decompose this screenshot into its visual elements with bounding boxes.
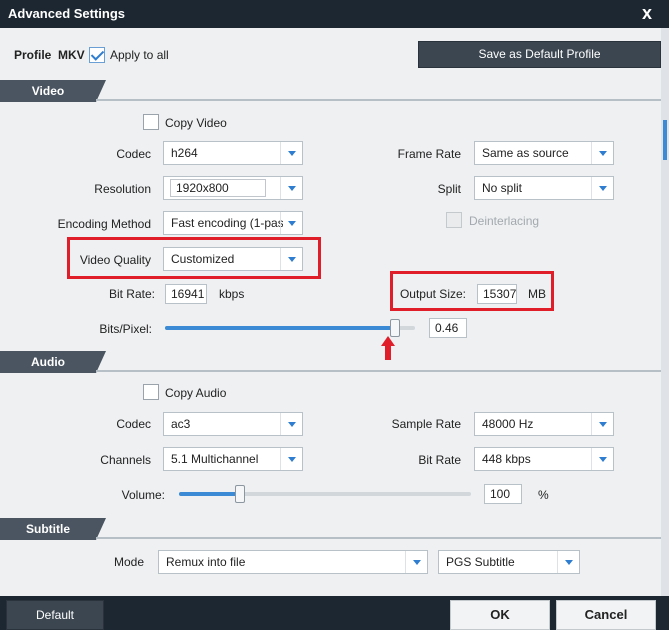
audio-section-tab: Audio bbox=[0, 351, 106, 373]
chevron-down-icon bbox=[280, 212, 302, 234]
apply-to-all-label: Apply to all bbox=[110, 48, 169, 62]
bits-per-pixel-fill bbox=[165, 326, 395, 330]
default-button[interactable]: Default bbox=[6, 600, 104, 630]
audio-section-divider bbox=[96, 370, 661, 372]
save-default-profile-button[interactable]: Save as Default Profile bbox=[418, 41, 661, 68]
encoding-method-value: Fast encoding (1-pas bbox=[171, 216, 283, 230]
audio-codec-label: Codec bbox=[116, 417, 151, 431]
split-value: No split bbox=[482, 181, 523, 195]
volume-input[interactable]: 100 bbox=[484, 484, 522, 504]
chevron-down-icon bbox=[405, 551, 427, 573]
apply-to-all-checkbox[interactable] bbox=[89, 47, 105, 63]
annotation-arrow-stem bbox=[385, 346, 391, 360]
chevron-down-icon bbox=[280, 142, 302, 164]
subtitle-section-tab: Subtitle bbox=[0, 518, 106, 540]
copy-audio-label: Copy Audio bbox=[165, 386, 227, 400]
volume-slider[interactable] bbox=[179, 484, 471, 504]
frame-rate-dropdown[interactable]: Same as source bbox=[474, 141, 614, 165]
encoding-method-dropdown[interactable]: Fast encoding (1-pas bbox=[163, 211, 303, 235]
bits-per-pixel-slider[interactable] bbox=[165, 318, 415, 338]
audio-codec-dropdown[interactable]: ac3 bbox=[163, 412, 303, 436]
channels-label: Channels bbox=[100, 453, 151, 467]
resolution-label: Resolution bbox=[94, 182, 151, 196]
chevron-down-icon bbox=[280, 248, 302, 270]
video-section-tab: Video bbox=[0, 80, 106, 102]
subtitle-format-value: PGS Subtitle bbox=[446, 555, 515, 569]
video-quality-dropdown[interactable]: Customized bbox=[163, 247, 303, 271]
video-quality-value: Customized bbox=[171, 252, 235, 266]
scrollbar-thumb[interactable] bbox=[663, 120, 667, 160]
ok-button[interactable]: OK bbox=[450, 600, 550, 630]
video-codec-label: Codec bbox=[116, 147, 151, 161]
bits-per-pixel-label: Bits/Pixel: bbox=[99, 322, 152, 336]
video-codec-dropdown[interactable]: h264 bbox=[163, 141, 303, 165]
split-label: Split bbox=[437, 182, 461, 196]
output-size-unit: MB bbox=[528, 287, 546, 301]
split-dropdown[interactable]: No split bbox=[474, 176, 614, 200]
subtitle-section-label: Subtitle bbox=[26, 522, 70, 536]
chevron-down-icon bbox=[591, 413, 613, 435]
deinterlacing-checkbox[interactable] bbox=[446, 212, 462, 228]
audio-codec-value: ac3 bbox=[171, 417, 191, 431]
resolution-dropdown[interactable]: 1920x800 bbox=[163, 176, 303, 200]
output-size-label: Output Size: bbox=[399, 287, 466, 301]
bits-per-pixel-input[interactable]: 0.46 bbox=[429, 318, 467, 338]
video-section-label: Video bbox=[31, 84, 65, 98]
video-section-divider bbox=[96, 99, 661, 101]
video-codec-value: h264 bbox=[171, 146, 198, 160]
chevron-down-icon bbox=[280, 413, 302, 435]
audio-bitrate-dropdown[interactable]: 448 kbps bbox=[474, 447, 614, 471]
channels-value: 5.1 Multichannel bbox=[171, 452, 259, 466]
scrollbar-track[interactable] bbox=[661, 28, 669, 596]
subtitle-mode-dropdown[interactable]: Remux into file bbox=[158, 550, 428, 574]
copy-video-label: Copy Video bbox=[165, 116, 227, 130]
chevron-down-icon bbox=[591, 448, 613, 470]
sample-rate-value: 48000 Hz bbox=[482, 417, 534, 431]
channels-dropdown[interactable]: 5.1 Multichannel bbox=[163, 447, 303, 471]
subtitle-mode-value: Remux into file bbox=[166, 555, 246, 569]
volume-unit: % bbox=[538, 488, 549, 502]
video-quality-label: Video Quality bbox=[79, 253, 151, 267]
encoding-method-label: Encoding Method bbox=[57, 217, 151, 231]
subtitle-section-divider bbox=[96, 537, 661, 539]
frame-rate-value: Same as source bbox=[482, 146, 569, 160]
resolution-value: 1920x800 bbox=[176, 181, 229, 195]
chevron-down-icon bbox=[557, 551, 579, 573]
video-bitrate-input[interactable]: 16941 bbox=[165, 284, 207, 304]
audio-bitrate-value: 448 kbps bbox=[482, 452, 531, 466]
video-bitrate-unit: kbps bbox=[219, 287, 245, 301]
chevron-down-icon bbox=[591, 142, 613, 164]
volume-thumb[interactable] bbox=[235, 485, 245, 503]
video-bitrate-label: Bit Rate: bbox=[108, 287, 155, 301]
profile-label: Profile bbox=[14, 48, 52, 62]
chevron-down-icon bbox=[280, 448, 302, 470]
audio-section-label: Audio bbox=[31, 355, 65, 369]
frame-rate-label: Frame Rate bbox=[397, 147, 461, 161]
chevron-down-icon bbox=[280, 177, 302, 199]
window-title: Advanced Settings bbox=[8, 6, 126, 21]
chevron-down-icon bbox=[591, 177, 613, 199]
profile-value: MKV bbox=[58, 48, 85, 62]
close-icon[interactable]: x bbox=[636, 2, 658, 24]
subtitle-mode-label: Mode bbox=[113, 555, 144, 569]
title-bar: Advanced Settings x bbox=[0, 0, 669, 28]
bits-per-pixel-thumb[interactable] bbox=[390, 319, 400, 337]
deinterlacing-label: Deinterlacing bbox=[469, 214, 540, 228]
cancel-button[interactable]: Cancel bbox=[556, 600, 656, 630]
volume-fill bbox=[179, 492, 240, 496]
settings-content bbox=[0, 28, 669, 596]
copy-video-checkbox[interactable] bbox=[143, 114, 159, 130]
output-size-input[interactable]: 15307 bbox=[477, 284, 517, 304]
subtitle-format-dropdown[interactable]: PGS Subtitle bbox=[438, 550, 580, 574]
sample-rate-label: Sample Rate bbox=[391, 417, 461, 431]
volume-label: Volume: bbox=[121, 488, 165, 502]
audio-bitrate-label: Bit Rate bbox=[418, 453, 461, 467]
copy-audio-checkbox[interactable] bbox=[143, 384, 159, 400]
sample-rate-dropdown[interactable]: 48000 Hz bbox=[474, 412, 614, 436]
annotation-arrow-icon bbox=[381, 336, 395, 346]
